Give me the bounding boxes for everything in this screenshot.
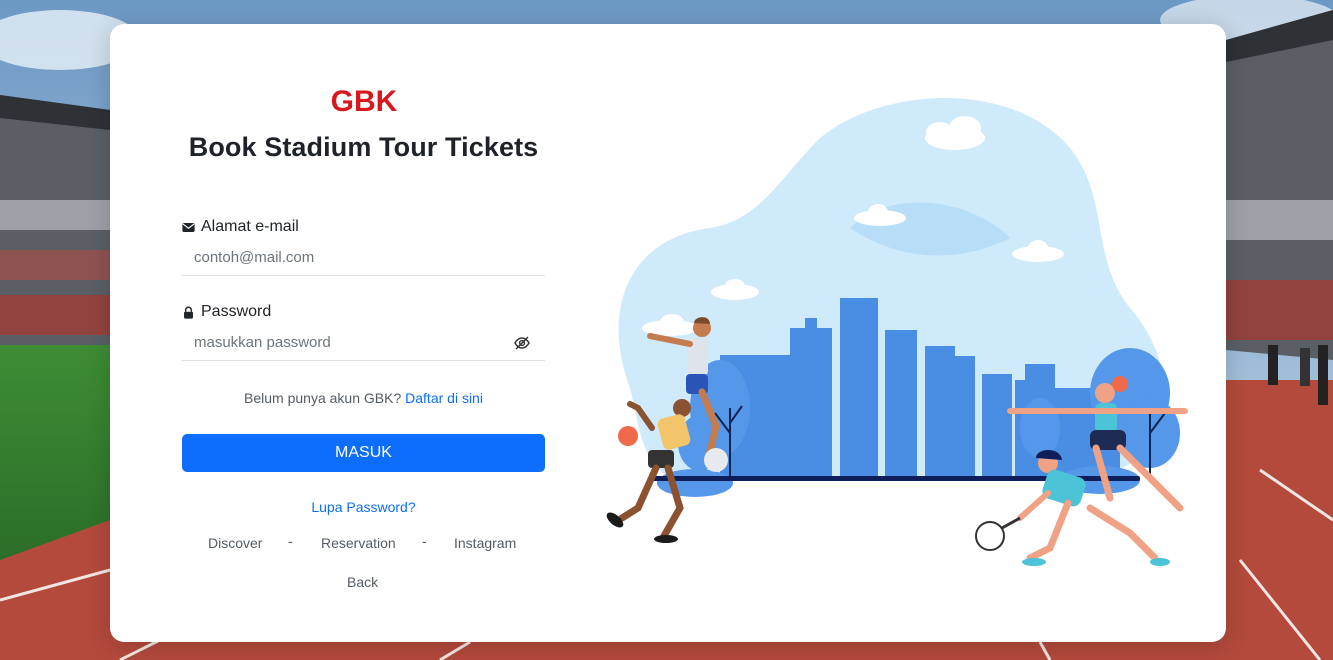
password-visibility-toggle[interactable] <box>512 333 532 353</box>
sports-city-illustration <box>590 88 1190 568</box>
login-button[interactable]: MASUK <box>182 434 545 472</box>
footer-link-reservation[interactable]: Reservation <box>321 535 396 551</box>
footer-link-discover[interactable]: Discover <box>208 535 262 551</box>
eye-slash-icon <box>514 336 530 350</box>
gbk-logo-icon: GBK <box>330 86 397 116</box>
password-label-text: Password <box>201 303 272 320</box>
back-link[interactable]: Back <box>347 574 378 590</box>
email-input[interactable] <box>182 240 545 276</box>
lock-icon <box>184 306 193 319</box>
footer-separator: - <box>288 533 293 549</box>
svg-text:GBK: GBK <box>330 86 397 116</box>
page-title: Book Stadium Tour Tickets <box>188 132 539 162</box>
footer-separator: - <box>422 533 427 549</box>
email-label: Alamat e-mail <box>182 218 299 236</box>
footer-link-instagram[interactable]: Instagram <box>454 535 516 551</box>
login-form: GBK Book Stadium Tour Tickets Alamat e-m… <box>182 24 545 642</box>
register-prompt-text: Belum punya akun GBK? <box>244 390 402 406</box>
register-prompt: Belum punya akun GBK? Daftar di sini <box>182 390 545 406</box>
gbk-logo: GBK <box>182 86 545 120</box>
forgot-password: Lupa Password? <box>182 499 545 515</box>
password-input[interactable] <box>182 325 545 361</box>
envelope-icon <box>182 222 195 232</box>
password-label: Password <box>182 303 271 321</box>
email-label-text: Alamat e-mail <box>201 218 299 235</box>
register-link[interactable]: Daftar di sini <box>405 390 483 406</box>
login-card: GBK Book Stadium Tour Tickets Alamat e-m… <box>110 24 1226 642</box>
forgot-password-link[interactable]: Lupa Password? <box>311 499 415 515</box>
